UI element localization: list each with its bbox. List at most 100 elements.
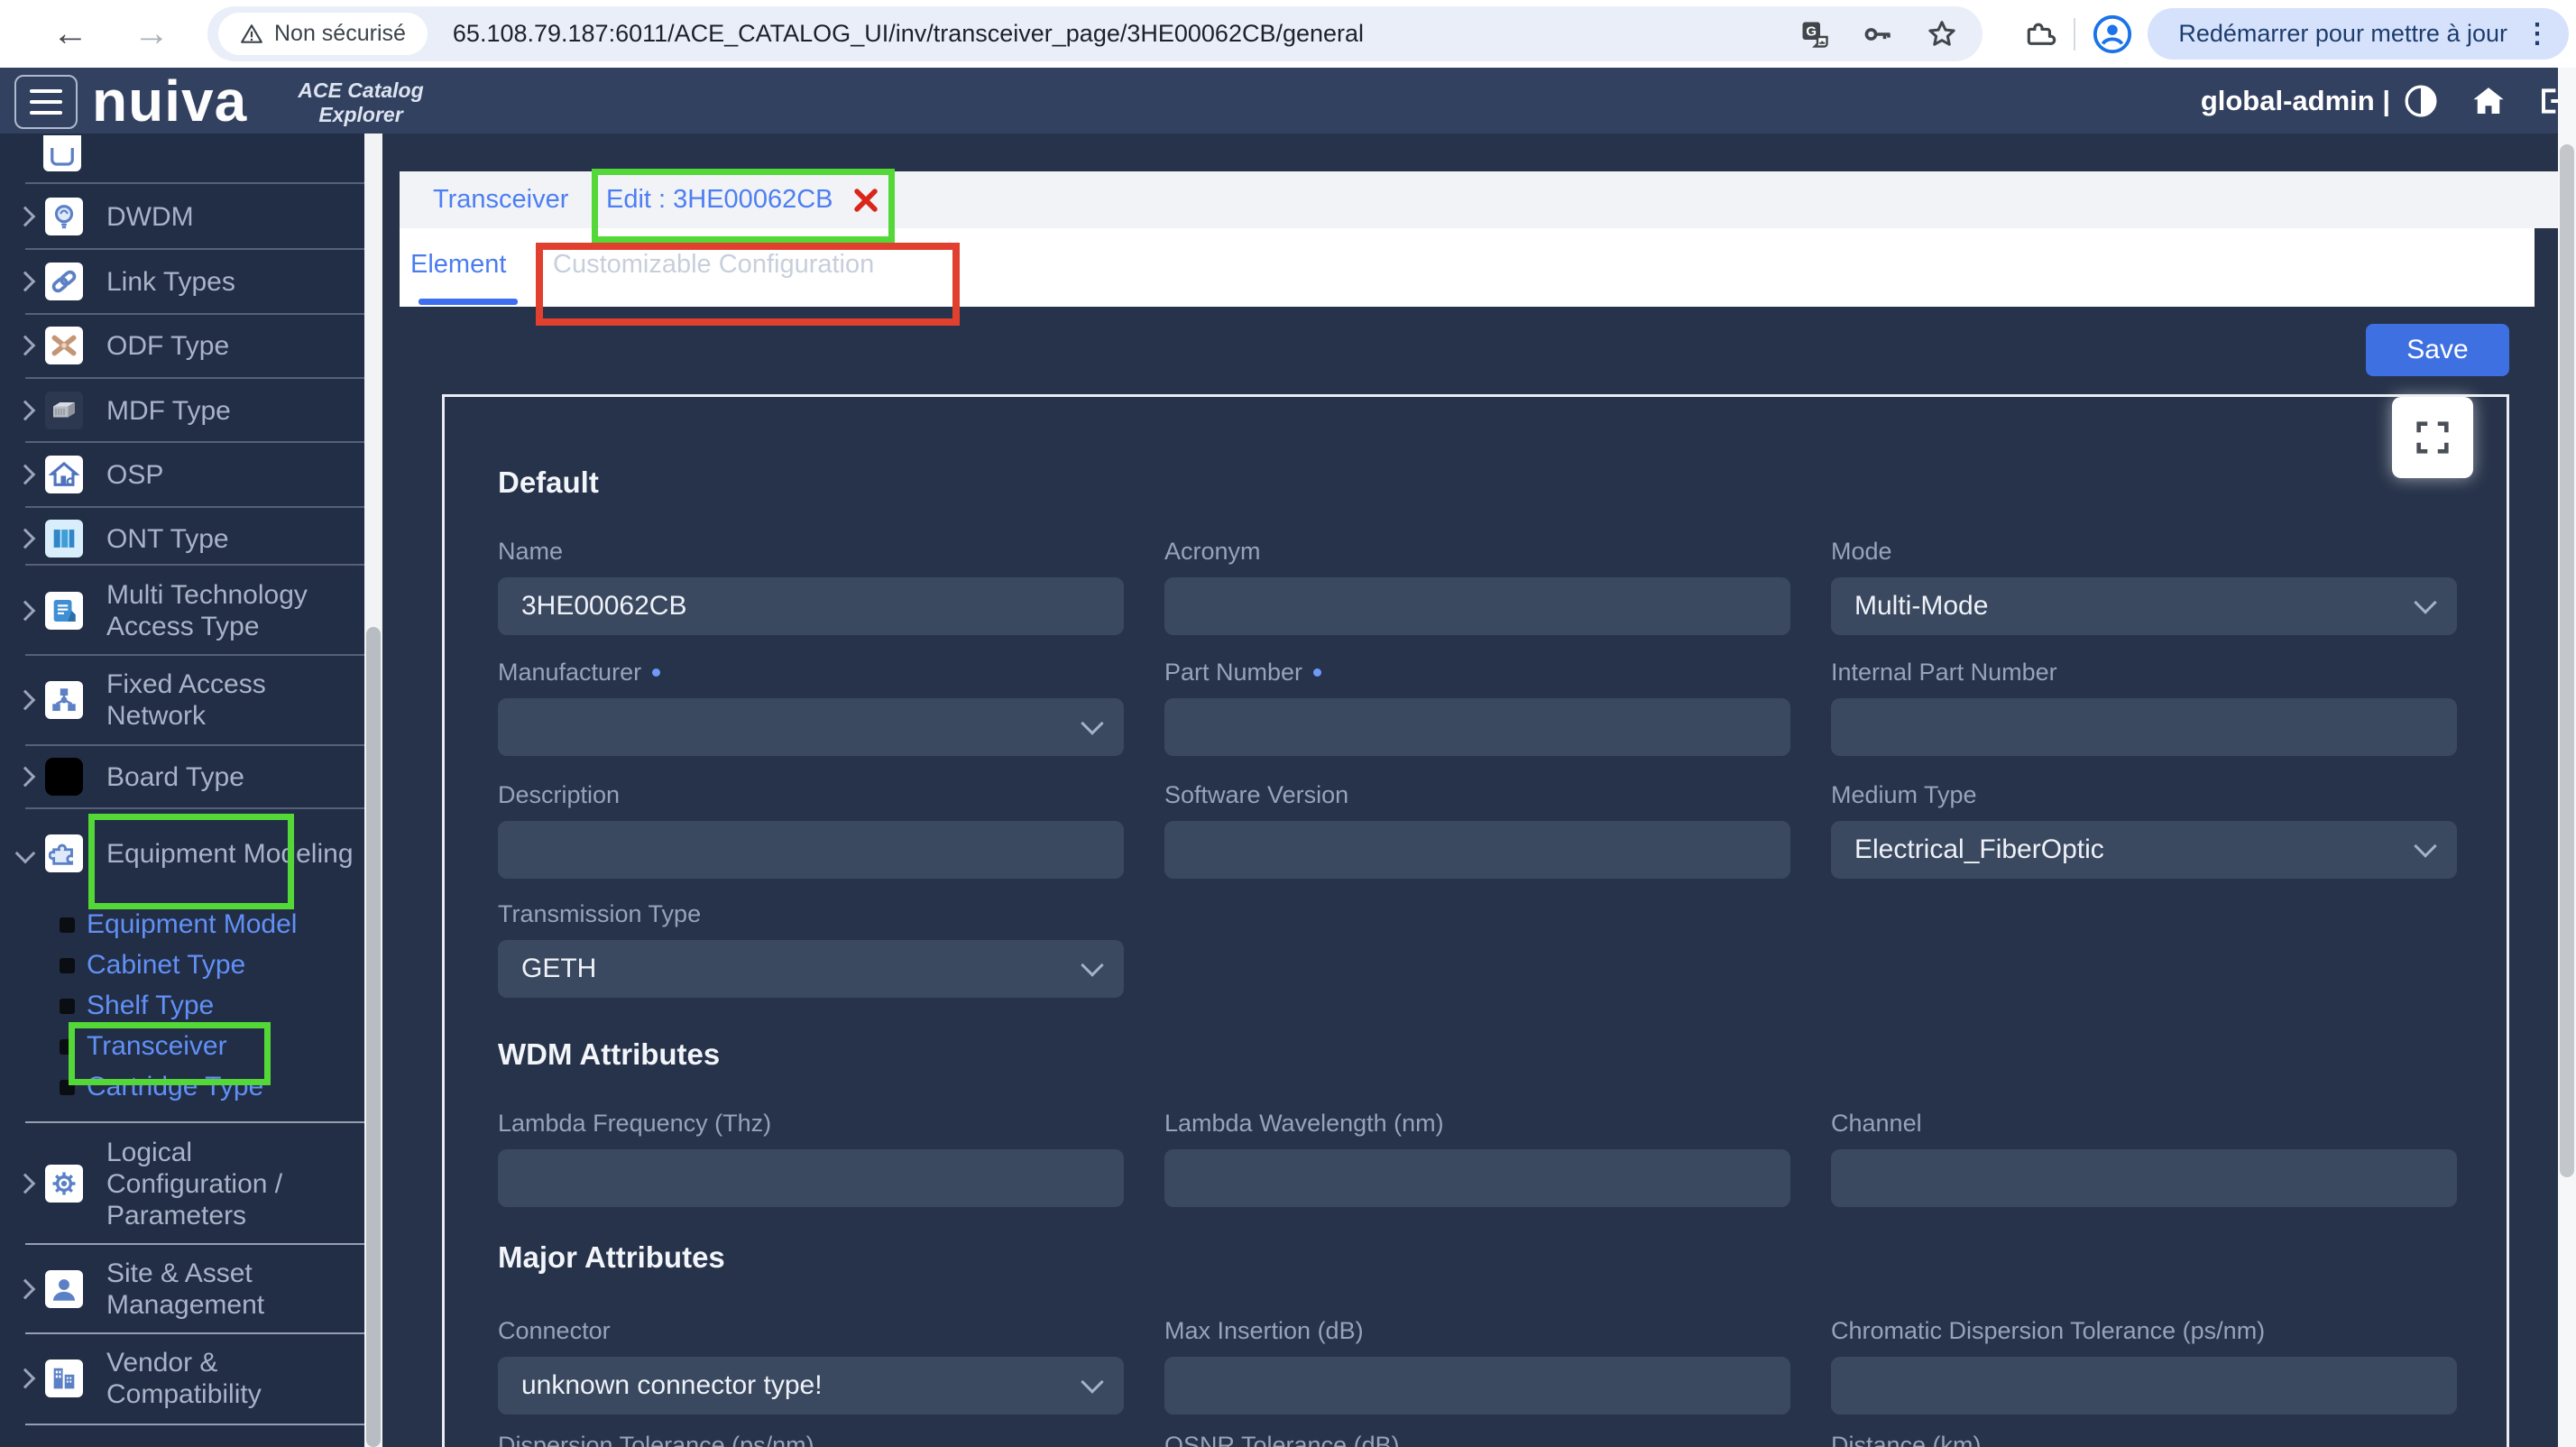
acronym-input[interactable] xyxy=(1164,577,1790,635)
sidebar-item-board-type[interactable]: Board Type xyxy=(0,746,364,807)
lambda-frequency-input[interactable] xyxy=(498,1149,1124,1207)
back-icon[interactable]: ← xyxy=(43,0,97,68)
sidebar-subitem-cabinet-type[interactable]: Cabinet Type xyxy=(0,945,364,986)
channel-input[interactable] xyxy=(1831,1149,2457,1207)
section-title-wdm-attributes: WDM Attributes xyxy=(498,1037,720,1072)
field-label: Internal Part Number xyxy=(1831,658,2457,687)
translate-icon[interactable]: G xyxy=(1799,18,1831,51)
page-tab-bar: Transceiver Edit : 3HE00062CB xyxy=(400,171,2558,228)
sidebar-item-link-types[interactable]: Link Types xyxy=(0,250,364,313)
field-dispersion-tolerance: Dispersion Tolerance (ps/nm) xyxy=(498,1431,1124,1447)
sidebar-scrollbar-thumb[interactable] xyxy=(366,627,381,1447)
bookmark-star-icon[interactable] xyxy=(1925,17,1959,51)
selected-value: Electrical_FiberOptic xyxy=(1854,834,2104,865)
section-title-default: Default xyxy=(498,465,599,500)
field-name: Name xyxy=(498,537,1124,635)
sidebar-item-odf-type[interactable]: ODF Type xyxy=(0,314,364,377)
connector-select[interactable]: unknown connector type! xyxy=(498,1357,1124,1415)
section-title-major-attributes: Major Attributes xyxy=(498,1240,725,1275)
field-label: Lambda Frequency (Thz) xyxy=(498,1109,1124,1138)
chevron-down-icon xyxy=(1081,1370,1103,1393)
sidebar-subitem-label: Cartridge Type xyxy=(87,1072,263,1102)
profile-icon[interactable] xyxy=(2092,14,2133,55)
internal-part-number-input[interactable] xyxy=(1831,698,2457,756)
form-card: Default Name Acronym Mode Multi-Mode xyxy=(442,394,2509,1447)
key-icon[interactable] xyxy=(1862,18,1894,51)
sidebar-item-site-asset-management[interactable]: Site & Asset Management xyxy=(0,1245,364,1332)
description-input[interactable] xyxy=(498,821,1124,879)
divider xyxy=(25,182,364,184)
part-number-input[interactable] xyxy=(1164,698,1790,756)
tab-transceiver[interactable]: Transceiver xyxy=(433,171,568,228)
url-text[interactable]: 65.108.79.187:6011/ACE_CATALOG_UI/inv/tr… xyxy=(453,20,1364,48)
field-label: Manufacturer xyxy=(498,658,1124,687)
sidebar-item-ont-type[interactable]: ONT Type xyxy=(0,507,364,570)
sidebar-item-dwdm[interactable]: DWDM xyxy=(0,185,364,248)
bullet-icon xyxy=(60,917,75,933)
extensions-icon[interactable] xyxy=(2023,17,2057,51)
sidebar-item-equipment-modeling[interactable]: Equipment Modeling xyxy=(0,809,364,898)
forward-icon[interactable]: → xyxy=(124,0,179,68)
field-distance: Distance (km) xyxy=(1831,1431,2457,1447)
sidebar-subitem-transceiver[interactable]: Transceiver xyxy=(0,1026,364,1067)
sidebar-item-multi-technology-access-type[interactable]: Multi Technology Access Type xyxy=(0,567,364,654)
app-title-line1: ACE Catalog xyxy=(271,78,451,103)
field-connector: Connector unknown connector type! xyxy=(498,1316,1124,1415)
close-icon[interactable] xyxy=(851,185,881,216)
sidebar-subitem-shelf-type[interactable]: Shelf Type xyxy=(0,985,364,1027)
chevron-right-icon xyxy=(16,1371,34,1386)
field-label: Software Version xyxy=(1164,780,1790,810)
max-insertion-input[interactable] xyxy=(1164,1357,1790,1415)
sidebar-item-mdf-type[interactable]: MDF Type xyxy=(0,379,364,442)
sidebar-item-logical-configuration-parameters[interactable]: Logical Configuration / Parameters xyxy=(0,1124,364,1243)
chevron-down-icon xyxy=(2414,591,2436,613)
manufacturer-select[interactable] xyxy=(498,698,1124,756)
divider xyxy=(25,1424,364,1425)
tab-element[interactable]: Element xyxy=(410,228,506,300)
required-dot-icon xyxy=(1313,668,1321,677)
tab-customizable-configuration[interactable]: Customizable Configuration xyxy=(553,228,874,300)
network-icon xyxy=(45,681,83,719)
field-label: Lambda Wavelength (nm) xyxy=(1164,1109,1790,1138)
sidebar-subitem-label: Transceiver xyxy=(87,1031,227,1062)
chevron-right-icon xyxy=(16,770,34,784)
sidebar-item-osp[interactable]: OSP xyxy=(0,443,364,506)
transmission-type-select[interactable]: GETH xyxy=(498,940,1124,998)
field-label: Part Number xyxy=(1164,658,1790,687)
menu-toggle-button[interactable] xyxy=(14,75,78,129)
name-input[interactable] xyxy=(498,577,1124,635)
sidebar-subitem-equipment-model[interactable]: Equipment Model xyxy=(0,904,364,945)
lambda-wavelength-input[interactable] xyxy=(1164,1149,1790,1207)
app-header: nuiva ACE Catalog Explorer global-admin … xyxy=(0,68,2576,134)
field-part-number: Part Number xyxy=(1164,658,1790,756)
bulb-icon xyxy=(45,198,83,235)
field-label: Description xyxy=(498,780,1124,810)
restart-to-update-button[interactable]: Redémarrer pour mettre à jour ⋮ xyxy=(2148,8,2569,60)
sidebar-item-label: ODF Type xyxy=(106,330,364,362)
page-scrollbar-thumb[interactable] xyxy=(2560,144,2574,1177)
person-icon xyxy=(45,1270,83,1308)
sidebar: DWDM Link Types ODF Type MDF xyxy=(0,134,382,1447)
chevron-right-icon xyxy=(16,274,34,289)
home-icon[interactable] xyxy=(2470,68,2507,134)
sidebar-subitem-cartridge-type[interactable]: Cartridge Type xyxy=(0,1066,364,1108)
field-max-insertion: Max Insertion (dB) xyxy=(1164,1316,1790,1415)
browser-menu-icon[interactable]: ⋮ xyxy=(2524,18,2551,50)
medium-type-select[interactable]: Electrical_FiberOptic xyxy=(1831,821,2457,879)
sidebar-item-fixed-access-network[interactable]: Fixed Access Network xyxy=(0,656,364,744)
software-version-input[interactable] xyxy=(1164,821,1790,879)
security-chip[interactable]: Non sécurisé xyxy=(218,13,428,55)
inner-tab-bar: Element Customizable Configuration xyxy=(400,228,2535,307)
warning-icon xyxy=(240,23,263,46)
tab-edit-3he00062cb[interactable]: Edit : 3HE00062CB xyxy=(606,171,881,228)
screen: ← → ⟳ Non sécurisé 65.108.79.187:6011/AC… xyxy=(0,0,2576,1447)
theme-contrast-icon[interactable] xyxy=(2403,68,2439,134)
save-button[interactable]: Save xyxy=(2366,324,2509,376)
panels-icon xyxy=(45,520,83,558)
sidebar-item-vendor-compatibility[interactable]: Vendor & Compatibility xyxy=(0,1334,364,1423)
address-bar[interactable]: Non sécurisé 65.108.79.187:6011/ACE_CATA… xyxy=(207,6,1983,61)
fullscreen-button[interactable] xyxy=(2392,397,2473,478)
mode-select[interactable]: Multi-Mode xyxy=(1831,577,2457,635)
chromatic-dispersion-tolerance-input[interactable] xyxy=(1831,1357,2457,1415)
sidebar-item-label: DWDM xyxy=(106,201,364,233)
